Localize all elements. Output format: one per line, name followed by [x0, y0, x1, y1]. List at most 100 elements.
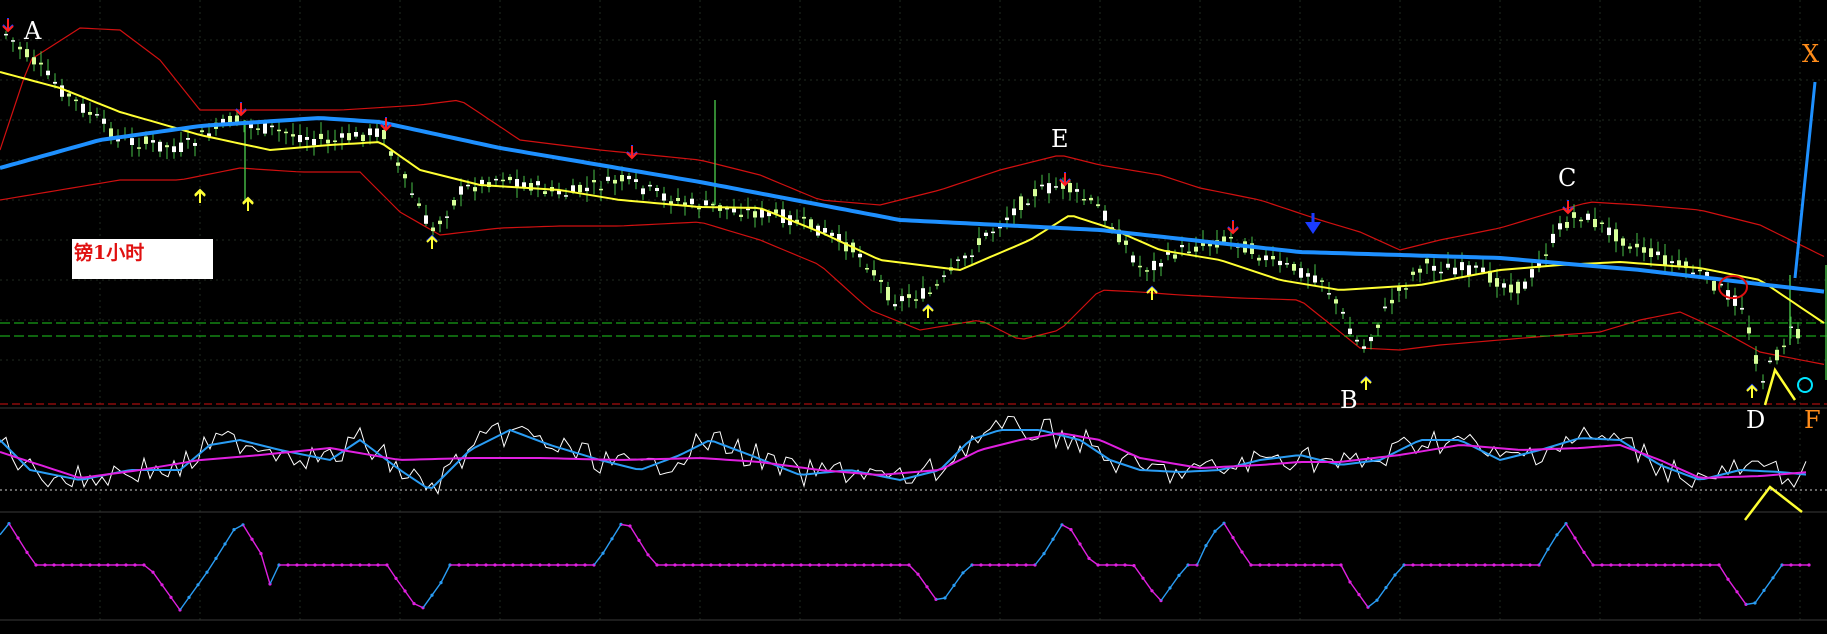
candle-body [95, 114, 99, 116]
candle-body [39, 62, 43, 65]
candle-body [1425, 258, 1429, 264]
candle-body [1649, 248, 1653, 257]
candle-body [634, 179, 638, 182]
candle-body [403, 174, 407, 179]
candle-body [431, 227, 435, 232]
chart-background [0, 0, 1827, 630]
candle-body [585, 187, 589, 192]
candle-body [1152, 260, 1156, 271]
candle-body [200, 130, 204, 133]
candle-body [1600, 222, 1604, 224]
candle-body [1194, 246, 1198, 252]
candle-body [46, 70, 50, 76]
candle-body [1775, 349, 1779, 361]
candle-body [25, 49, 29, 58]
candle-body [1271, 256, 1275, 260]
candle-body [515, 179, 519, 187]
candle-body [529, 183, 533, 191]
point-label-x: X [1802, 40, 1820, 68]
candle-body [802, 216, 806, 219]
candle-body [1579, 219, 1583, 222]
candle-body [424, 215, 428, 224]
candle-body [1432, 265, 1436, 271]
candle-body [1089, 197, 1093, 201]
candle-body [1754, 355, 1758, 364]
candle-body [872, 270, 876, 276]
candle-body [67, 93, 71, 97]
candle-body [1439, 271, 1443, 274]
candle-body [88, 112, 92, 115]
candle-body [1264, 255, 1268, 261]
candle-body [1096, 204, 1100, 207]
candle-body [704, 200, 708, 206]
candle-body [249, 124, 253, 129]
candle-body [1670, 261, 1674, 264]
candle-body [319, 133, 323, 139]
candle-body [1327, 293, 1331, 295]
candle-body [1145, 270, 1149, 272]
candle-body [354, 132, 358, 137]
candle-body [1278, 260, 1282, 266]
candle-body [1173, 254, 1177, 259]
candle-body [18, 46, 22, 50]
candle-body [655, 188, 659, 191]
candle-body [1607, 227, 1611, 236]
candle-body [893, 304, 897, 307]
candle-body [620, 175, 624, 182]
candle-body [1460, 262, 1464, 271]
candle-body [879, 280, 883, 282]
candle-body [543, 191, 547, 194]
candle-body [1306, 273, 1310, 277]
candle-body [1642, 247, 1646, 253]
candle-body [1355, 339, 1359, 342]
candle-body [270, 125, 274, 128]
candle-body [1418, 268, 1422, 273]
candle-body [1320, 280, 1324, 282]
candle-body [1572, 212, 1576, 218]
candle-body [1558, 223, 1562, 230]
candle-body [473, 187, 477, 192]
candle-body [1516, 281, 1520, 294]
candle-body [1026, 203, 1030, 205]
candle-body [1222, 236, 1226, 242]
candle-body [1313, 275, 1317, 283]
candle-body [1131, 255, 1135, 263]
candle-body [1446, 263, 1450, 268]
candle-body [109, 128, 113, 138]
candle-body [1292, 264, 1296, 271]
candle-body [1229, 237, 1233, 239]
candle-body [137, 147, 141, 149]
candle-body [1068, 183, 1072, 193]
candle-body [1299, 268, 1303, 278]
candle-body [445, 216, 449, 218]
candle-body [753, 211, 757, 218]
candle-body [305, 137, 309, 140]
candle-body [1565, 222, 1569, 228]
candle-body [144, 136, 148, 144]
candle-body [900, 296, 904, 302]
point-label-c: C [1558, 164, 1577, 192]
candle-body [935, 284, 939, 286]
candle-body [396, 162, 400, 166]
candle-body [1740, 307, 1744, 310]
candle-body [599, 188, 603, 191]
candle-body [578, 184, 582, 193]
candle-body [1348, 328, 1352, 335]
candle-body [697, 207, 701, 210]
candle-body [886, 287, 890, 301]
candle-body [1334, 299, 1338, 304]
candle-body [1376, 324, 1380, 328]
candle-body [1551, 233, 1555, 243]
candle-body [956, 259, 960, 261]
candle-body [1404, 288, 1408, 290]
candle-body [1796, 329, 1800, 339]
candle-body [1495, 278, 1499, 287]
candle-body [662, 193, 666, 201]
candle-body [1628, 246, 1632, 249]
candle-body [1614, 229, 1618, 242]
candle-body [382, 130, 386, 140]
candle-body [417, 203, 421, 206]
candle-body [1663, 255, 1667, 266]
candle-body [914, 299, 918, 301]
candle-body [746, 208, 750, 211]
